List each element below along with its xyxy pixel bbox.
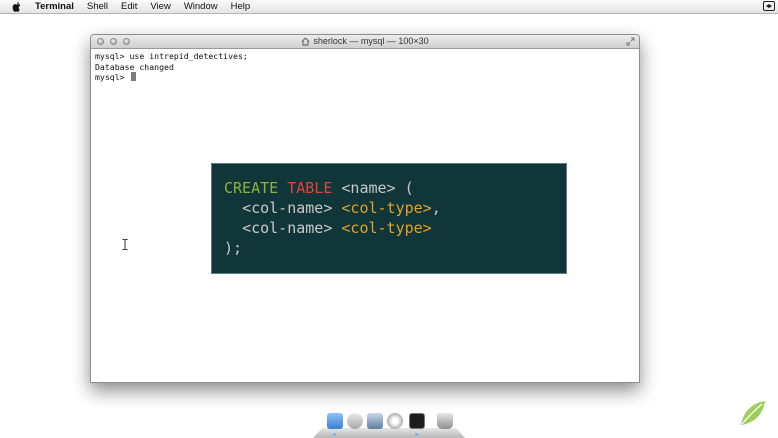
trash-icon[interactable] (437, 413, 453, 429)
menu-shell[interactable]: Shell (87, 1, 108, 12)
finder-icon[interactable] (327, 413, 343, 429)
code-line-4: ); (224, 239, 243, 257)
terminal-icon[interactable] (409, 413, 425, 429)
keyword-create: CREATE (224, 179, 279, 197)
dock (313, 409, 465, 438)
leaf-logo (737, 398, 767, 428)
ibeam-cursor-icon (122, 237, 128, 250)
menu-app-name[interactable]: Terminal (35, 1, 74, 12)
resize-window-icon[interactable] (626, 37, 635, 46)
apple-menu-icon[interactable] (12, 1, 22, 12)
terminal-line: mysql> use intrepid_detectives; (95, 51, 248, 61)
terminal-line: Database changed (95, 61, 174, 72)
window-titlebar[interactable]: sherlock — mysql — 100×30 (91, 35, 639, 49)
menu-bar: Terminal Shell Edit View Window Help (0, 0, 778, 14)
terminal-prompt-line: mysql> (95, 72, 635, 83)
menu-edit[interactable]: Edit (121, 1, 137, 12)
running-indicator (333, 433, 336, 436)
terminal-output[interactable]: mysql> use intrepid_detectives; Database… (91, 49, 639, 85)
safari-icon[interactable] (387, 413, 403, 429)
table-name-placeholder: <name> ( (332, 179, 414, 197)
keyword-table: TABLE (287, 179, 333, 197)
create-table-syntax-card: CREATE TABLE <name> ( <col-name> <col-ty… (211, 163, 567, 274)
stamp-icon[interactable] (347, 413, 363, 429)
col-name-placeholder: <col-name> (242, 219, 342, 237)
menu-help[interactable]: Help (231, 1, 251, 12)
home-folder-icon (301, 36, 310, 46)
col-type-placeholder: <col-type> (341, 219, 432, 237)
text-cursor (130, 72, 136, 81)
code-line-2: <col-name> <col-type>, (224, 198, 554, 218)
running-indicator (415, 433, 418, 436)
preview-icon[interactable] (367, 413, 383, 429)
terminal-prompt: mysql> (95, 72, 130, 82)
menu-view[interactable]: View (150, 1, 170, 12)
col-name-placeholder: <col-name> (242, 199, 342, 217)
col-type-placeholder: <col-type> (341, 199, 432, 217)
code-line-1: CREATE TABLE <name> ( (224, 178, 554, 198)
code-line-3: <col-name> <col-type> (224, 218, 554, 238)
window-title: sherlock — mysql — 100×30 (313, 36, 429, 46)
fullscreen-menu-icon[interactable] (763, 1, 775, 11)
comma: , (431, 199, 441, 217)
menu-window[interactable]: Window (184, 1, 218, 12)
